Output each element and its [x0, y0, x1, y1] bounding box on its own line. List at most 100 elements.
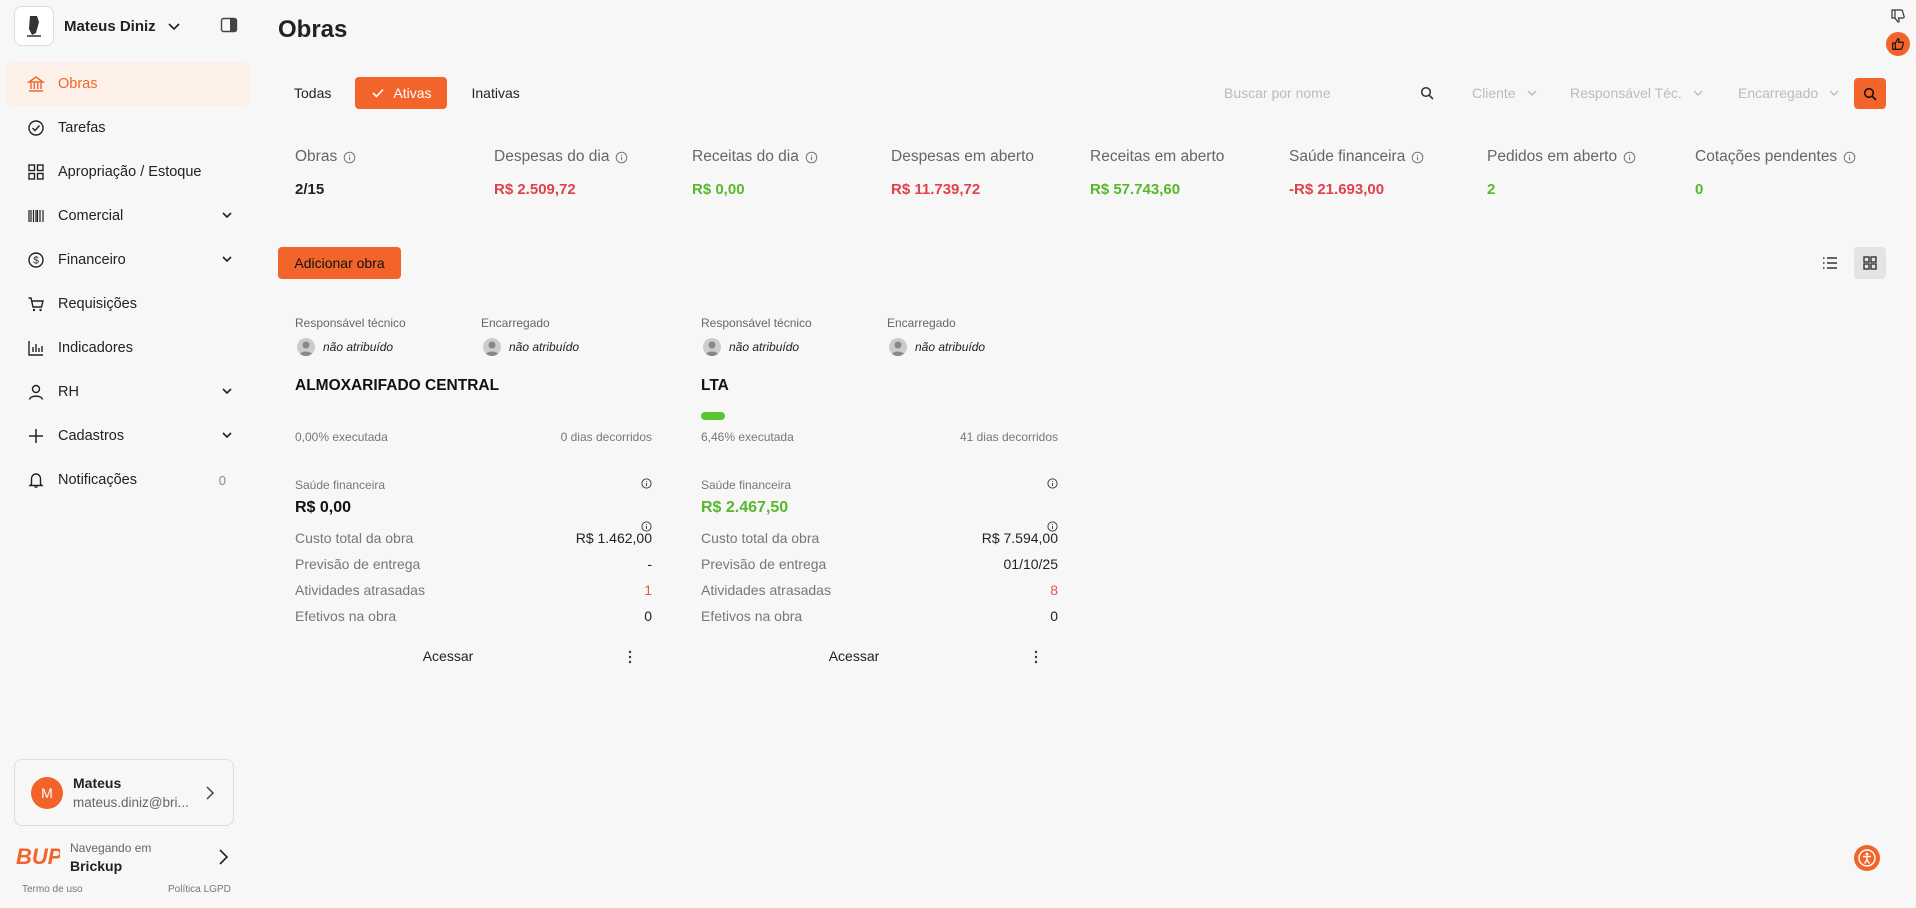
add-obra-button[interactable]: Adicionar obra — [278, 247, 401, 279]
sidebar-item-label: Apropriação / Estoque — [58, 164, 202, 180]
stat-label: Cotações pendentes — [1695, 148, 1838, 165]
card-row: Efetivos na obra 0 — [701, 608, 1058, 626]
info-icon[interactable] — [343, 151, 356, 164]
user-icon — [26, 382, 46, 402]
encarregado-label: Encarregado — [887, 316, 956, 330]
brand-logo-text: BUP — [16, 844, 60, 869]
tab-inativas[interactable]: Inativas — [455, 77, 535, 109]
card-row: Custo total da obra R$ 1.462,00 — [295, 530, 652, 548]
stat-value: -R$ 21.693,00 — [1289, 181, 1385, 198]
info-icon[interactable] — [615, 151, 628, 164]
card-row: Efetivos na obra 0 — [295, 608, 652, 626]
company-switcher[interactable]: BUP Navegando em Brickup — [16, 838, 236, 878]
sidebar-item-obras[interactable]: Obras — [6, 62, 250, 106]
check-icon — [372, 88, 384, 98]
person-name: não atribuído — [323, 340, 394, 354]
sidebar-item-label: RH — [58, 384, 79, 400]
person-avatar — [703, 338, 721, 356]
info-icon[interactable] — [1047, 476, 1058, 489]
privacy-link[interactable]: Política LGPD — [168, 884, 231, 895]
stat-2: Receitas do dia R$ 0,00 — [692, 148, 818, 198]
sidebar-item-label: Financeiro — [58, 252, 126, 268]
sidebar-item-label: Notificações — [58, 472, 137, 488]
sidebar-item-comercial[interactable]: Comercial — [6, 194, 250, 238]
chevron-down-icon — [222, 432, 232, 439]
stat-value: 0 — [1695, 181, 1704, 198]
obra-card: Responsável técnico Encarregado não atribu… — [684, 316, 1058, 676]
sidebar-item-label: Tarefas — [58, 120, 106, 136]
days-elapsed: 0 dias decorridos — [560, 430, 652, 444]
accessibility-icon — [1858, 849, 1876, 867]
grid-view-button[interactable] — [1854, 247, 1886, 279]
tab-todas[interactable]: Todas — [278, 77, 347, 109]
sidebar-item-tarefas[interactable]: Tarefas — [6, 106, 250, 150]
sidebar-item-requisicoes[interactable]: Requisições — [6, 282, 250, 326]
info-icon[interactable] — [641, 519, 652, 532]
sidebar-item-rh[interactable]: RH — [6, 370, 250, 414]
info-icon[interactable] — [1411, 151, 1424, 164]
info-icon[interactable] — [1843, 151, 1856, 164]
dropdown-label: Cliente — [1472, 85, 1516, 101]
workspace-name: Mateus Diniz — [64, 17, 156, 35]
user-card[interactable]: M Mateus mateus.diniz@bri... — [14, 759, 234, 826]
acessar-button[interactable]: Acessar — [278, 648, 618, 664]
thumbs-up-button[interactable] — [1886, 32, 1910, 56]
row-label: Atividades atrasadas — [701, 582, 831, 598]
sidebar-item-indicadores[interactable]: Indicadores — [6, 326, 250, 370]
row-value: 8 — [1050, 582, 1058, 598]
person-name: não atribuído — [729, 340, 800, 354]
search-button[interactable] — [1854, 78, 1886, 109]
person-name: não atribuído — [509, 340, 580, 354]
resp-tecnico-label: Responsável técnico — [701, 316, 812, 330]
list-view-button[interactable] — [1814, 247, 1846, 279]
sidebar-item-cadastros[interactable]: Cadastros — [6, 414, 250, 458]
info-icon[interactable] — [805, 151, 818, 164]
saude-financeira-label: Saúde financeira — [295, 478, 386, 492]
obra-title: LTA — [701, 377, 729, 394]
stat-value: 2 — [1487, 181, 1496, 198]
encarregado-dropdown[interactable]: Encarregado — [1738, 77, 1840, 109]
cliente-dropdown[interactable]: Cliente — [1472, 77, 1538, 109]
info-icon[interactable] — [641, 476, 652, 489]
row-value: 0 — [644, 608, 652, 624]
info-icon[interactable] — [1047, 519, 1058, 532]
sidebar-item-notificacoes[interactable]: Notificações 0 — [6, 458, 250, 502]
stat-5: Saúde financeira -R$ 21.693,00 — [1289, 148, 1424, 198]
sidebar-item-label: Cadastros — [58, 428, 125, 444]
chevron-down-icon — [1527, 90, 1537, 96]
sidebar-toggle-icon[interactable] — [220, 16, 238, 34]
acessar-button[interactable]: Acessar — [684, 648, 1024, 664]
sidebar-nav: Obras Tarefas Apropriação / Estoque Come… — [6, 62, 250, 502]
row-value: 01/10/25 — [1003, 556, 1059, 572]
stat-label: Obras — [295, 148, 338, 165]
workspace-switcher[interactable]: Mateus Diniz — [14, 6, 182, 46]
obra-title: ALMOXARIFADO CENTRAL — [295, 377, 500, 394]
barcode-icon — [26, 206, 46, 226]
person-avatar — [483, 338, 501, 356]
stat-value: R$ 2.509,72 — [494, 181, 576, 198]
info-icon[interactable] — [1623, 151, 1636, 164]
card-row: Previsão de entrega 01/10/25 — [701, 556, 1058, 574]
row-label: Previsão de entrega — [701, 556, 827, 572]
responsavel-dropdown[interactable]: Responsável Téc. — [1570, 77, 1704, 109]
stat-7: Cotações pendentes 0 — [1695, 148, 1856, 198]
search-input[interactable] — [1214, 85, 1414, 101]
tab-ativas[interactable]: Ativas — [355, 77, 448, 109]
saude-financeira-label: Saúde financeira — [701, 478, 792, 492]
sidebar-item-financeiro[interactable]: $ Financeiro — [6, 238, 250, 282]
chevron-down-icon — [222, 388, 232, 395]
person-avatar — [297, 338, 315, 356]
search-icon[interactable] — [1420, 86, 1434, 100]
obra-card: Responsável técnico Encarregado não atribu… — [278, 316, 652, 676]
accessibility-button[interactable] — [1854, 845, 1880, 871]
executed-percent: 6,46% executada — [701, 430, 794, 444]
more-vertical-icon[interactable] — [1028, 649, 1044, 665]
terms-link[interactable]: Termo de uso — [22, 884, 83, 895]
sidebar-item-apropriacao[interactable]: Apropriação / Estoque — [6, 150, 250, 194]
stat-6: Pedidos em aberto 2 — [1487, 148, 1636, 198]
thumbs-down-icon[interactable] — [1890, 8, 1906, 24]
stat-label: Receitas em aberto — [1090, 148, 1225, 165]
resp-tecnico-label: Responsável técnico — [295, 316, 406, 330]
more-vertical-icon[interactable] — [622, 649, 638, 665]
row-value: R$ 1.462,00 — [575, 530, 652, 546]
